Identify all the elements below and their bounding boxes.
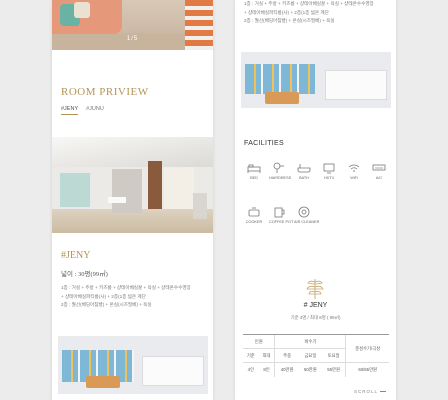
aircleaner-icon [298, 206, 310, 218]
facilities-title: FACILITIES [244, 140, 284, 147]
room-desc-line: 2층 : 월선(베딩아침빵) + 온실(시즈필베) + 욕실 [244, 18, 335, 23]
room-tabs: #JENY #JUNU [61, 106, 104, 115]
coffeepot-icon [274, 207, 285, 218]
section-title: ROOM PRIVIEW [61, 86, 149, 98]
hero-photo[interactable]: 1/5 [52, 0, 213, 50]
facility-label: BATH [299, 176, 309, 180]
facility-wifi: WiFi [344, 162, 364, 180]
price-sub: 기준 [243, 348, 259, 363]
hero-slide-counter: 1/5 [126, 36, 139, 42]
facility-label: BED [250, 176, 258, 180]
room-desc-line: + 샹테아베실파티룸(사) + 2층(1층 넓은 계단 [244, 9, 329, 15]
facility-label: HAIRDRESS [269, 176, 292, 180]
cooker-icon [248, 207, 260, 217]
right-mobile-panel: 1층 : 거실 + 주방 + 키즈룸 + 샹테아베실꿀 + 욕실 + 샹테온수수… [235, 0, 396, 400]
price-header-season: 비수기 [274, 334, 346, 349]
facility-bed: BED [244, 162, 264, 180]
price-cell: 8인 [258, 362, 275, 377]
facility-label: COFFEE POT [269, 220, 294, 224]
room-desc-line: 2층 : 월선(베딩아침빵) + 온실(시즈필베) + 욕실 [61, 302, 152, 307]
room-name: #JENY [61, 250, 91, 261]
leaf-logo-icon [306, 279, 324, 299]
room-area: 넓이 : 30평(99㎡) [61, 271, 108, 278]
room-capacity: 기준 4명 / 최대 8명 ( 99㎡) [290, 315, 341, 320]
price-cell: 50만원 [298, 362, 322, 377]
facility-ac: A/C [369, 162, 389, 180]
amenity-photo[interactable] [58, 336, 208, 394]
price-sub: 토요일 [321, 348, 346, 363]
room-desc-line: 1층 : 거실 + 주방 + 키즈룸 + 샹테아베실꿀 + 욕실 + 샹테온수수… [61, 285, 191, 290]
tab-junu[interactable]: #JUNU [86, 106, 104, 115]
tab-jeny[interactable]: #JENY [61, 106, 79, 115]
room-heading: # JENY [303, 302, 328, 309]
facility-label: HDTV [323, 176, 335, 180]
facility-label: A/C [375, 176, 383, 180]
room-description: 1층 : 거실 + 주방 + 키즈룸 + 샹테아베실꿀 + 욕실 + 샹테온수수… [61, 284, 211, 310]
facility-hairdryer: HAIRDRESS [269, 162, 292, 180]
price-header-peak: 준성수기/극성 [345, 334, 389, 363]
facility-tv: HDTV [319, 162, 339, 180]
hairdryer-icon [273, 162, 284, 173]
room-desc-line: + 샹테아베실파티룸(사) + 2층(1층 넓은 계단 [61, 293, 146, 299]
left-mobile-panel: 1/5 ROOM PRIVIEW #JENY #JUNU #JENY 넓이 : … [52, 0, 213, 400]
price-header-people: 인원 [243, 334, 275, 349]
price-sub: 주중 [274, 348, 299, 363]
facility-bath: BATH [294, 162, 314, 180]
price-cell: 60/65만원 [345, 362, 389, 377]
room-description: 1층 : 거실 + 주방 + 키즈룸 + 샹테아베실꿀 + 욕실 + 샹테온수수… [244, 0, 394, 26]
wifi-icon [348, 164, 360, 172]
facility-aircleaner: AIR CLEANER [294, 206, 320, 224]
scroll-indicator[interactable]: SCROLL [354, 389, 386, 394]
price-sub: 금요일 [298, 348, 322, 363]
tv-icon [323, 163, 335, 174]
aircon-icon [372, 164, 386, 171]
facility-label: WiFi [350, 176, 358, 180]
bathtub-icon [297, 164, 311, 173]
facility-cooker: COOKER [244, 206, 264, 224]
room-desc-line: 1층 : 거실 + 주방 + 키즈룸 + 샹테아베실꿀 + 욕실 + 샹테온수수… [244, 1, 374, 6]
price-sub: 최대 [258, 348, 275, 363]
amenity-photo[interactable] [241, 52, 391, 108]
room-photo[interactable] [52, 137, 213, 233]
facility-label: COOKER [245, 220, 263, 224]
price-table: 인원 비수기 준성수기/극성 기준 최대 주중 금요일 토요일 4인 8인 40… [243, 334, 389, 377]
price-cell: 40만원 [274, 362, 299, 377]
facility-coffeepot: COFFEE POT [269, 206, 294, 224]
price-cell: 55만원 [321, 362, 346, 377]
bed-icon [247, 164, 261, 173]
facility-label: AIR CLEANER [294, 220, 320, 224]
price-cell: 4인 [243, 362, 259, 377]
